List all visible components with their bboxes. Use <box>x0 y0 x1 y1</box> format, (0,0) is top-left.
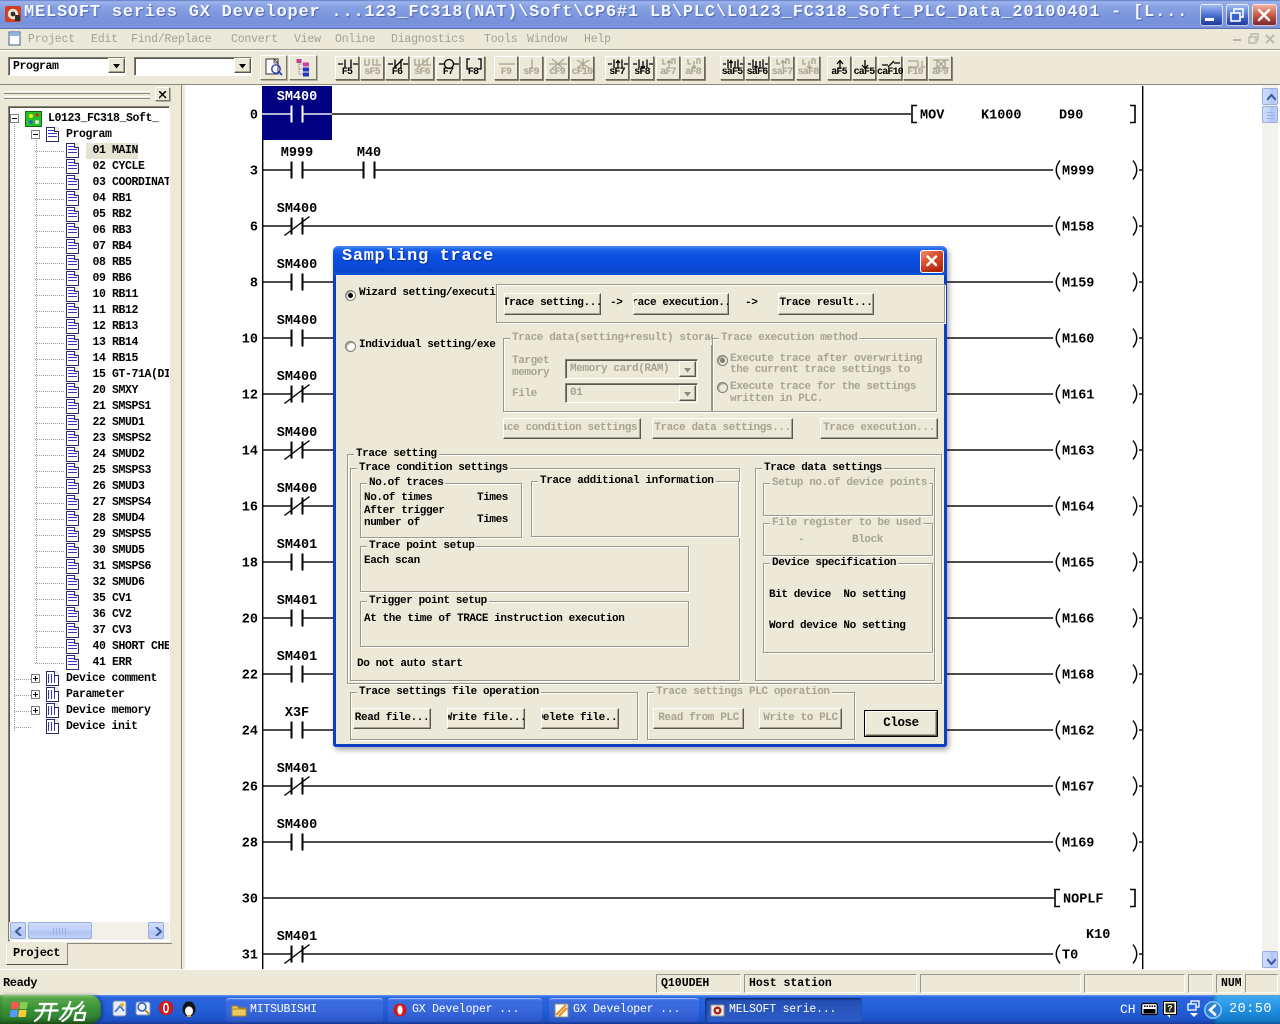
svg-text:M164: M164 <box>1062 501 1094 516</box>
svg-text:M169: M169 <box>1062 837 1094 852</box>
svg-text:M161: M161 <box>1062 389 1094 404</box>
svg-text:M162: M162 <box>1062 725 1094 740</box>
svg-text:SM401: SM401 <box>277 762 318 777</box>
svg-text:28: 28 <box>242 837 258 852</box>
svg-text:16: 16 <box>242 501 258 516</box>
svg-text:K10: K10 <box>1086 928 1110 943</box>
svg-text:M163: M163 <box>1062 445 1094 460</box>
svg-text:14: 14 <box>242 445 258 460</box>
svg-text:M158: M158 <box>1062 221 1094 236</box>
svg-text:SM400: SM400 <box>277 370 318 385</box>
svg-text:3: 3 <box>250 165 258 180</box>
svg-text:SM401: SM401 <box>277 594 318 609</box>
svg-text:SM400: SM400 <box>277 482 318 497</box>
svg-text:SM400: SM400 <box>277 90 318 105</box>
svg-text:26: 26 <box>242 781 258 796</box>
svg-text:SM400: SM400 <box>277 258 318 273</box>
svg-text:12: 12 <box>242 389 258 404</box>
svg-text:M160: M160 <box>1062 333 1094 348</box>
svg-text:D90: D90 <box>1059 109 1083 124</box>
svg-text:8: 8 <box>250 277 258 292</box>
svg-text:M165: M165 <box>1062 557 1094 572</box>
svg-text:M167: M167 <box>1062 781 1094 796</box>
svg-text:24: 24 <box>242 725 258 740</box>
svg-text:6: 6 <box>250 221 258 236</box>
svg-text:M999: M999 <box>1062 165 1094 180</box>
svg-text:?: ? <box>1167 1004 1172 1014</box>
svg-text:10: 10 <box>242 333 258 348</box>
svg-text:T0: T0 <box>1062 949 1078 964</box>
svg-text:SM400: SM400 <box>277 426 318 441</box>
svg-text:20: 20 <box>242 613 258 628</box>
svg-text:X3F: X3F <box>285 706 309 721</box>
svg-text:0: 0 <box>250 109 258 124</box>
svg-text:NOPLF: NOPLF <box>1063 893 1104 908</box>
svg-text:18: 18 <box>242 557 258 572</box>
svg-text:M999: M999 <box>281 146 313 161</box>
svg-text:SM401: SM401 <box>277 930 318 945</box>
svg-text:SM401: SM401 <box>277 538 318 553</box>
svg-text:MOV: MOV <box>920 109 945 124</box>
svg-text:SM400: SM400 <box>277 314 318 329</box>
svg-text:M168: M168 <box>1062 669 1094 684</box>
svg-text:K1000: K1000 <box>981 109 1022 124</box>
svg-text:SM400: SM400 <box>277 818 318 833</box>
svg-text:22: 22 <box>242 669 258 684</box>
svg-text:SM401: SM401 <box>277 650 318 665</box>
svg-text:SM400: SM400 <box>277 202 318 217</box>
svg-text:30: 30 <box>242 893 258 908</box>
svg-text:M40: M40 <box>357 146 381 161</box>
svg-text:31: 31 <box>242 949 258 964</box>
svg-text:M159: M159 <box>1062 277 1094 292</box>
svg-text:M166: M166 <box>1062 613 1094 628</box>
